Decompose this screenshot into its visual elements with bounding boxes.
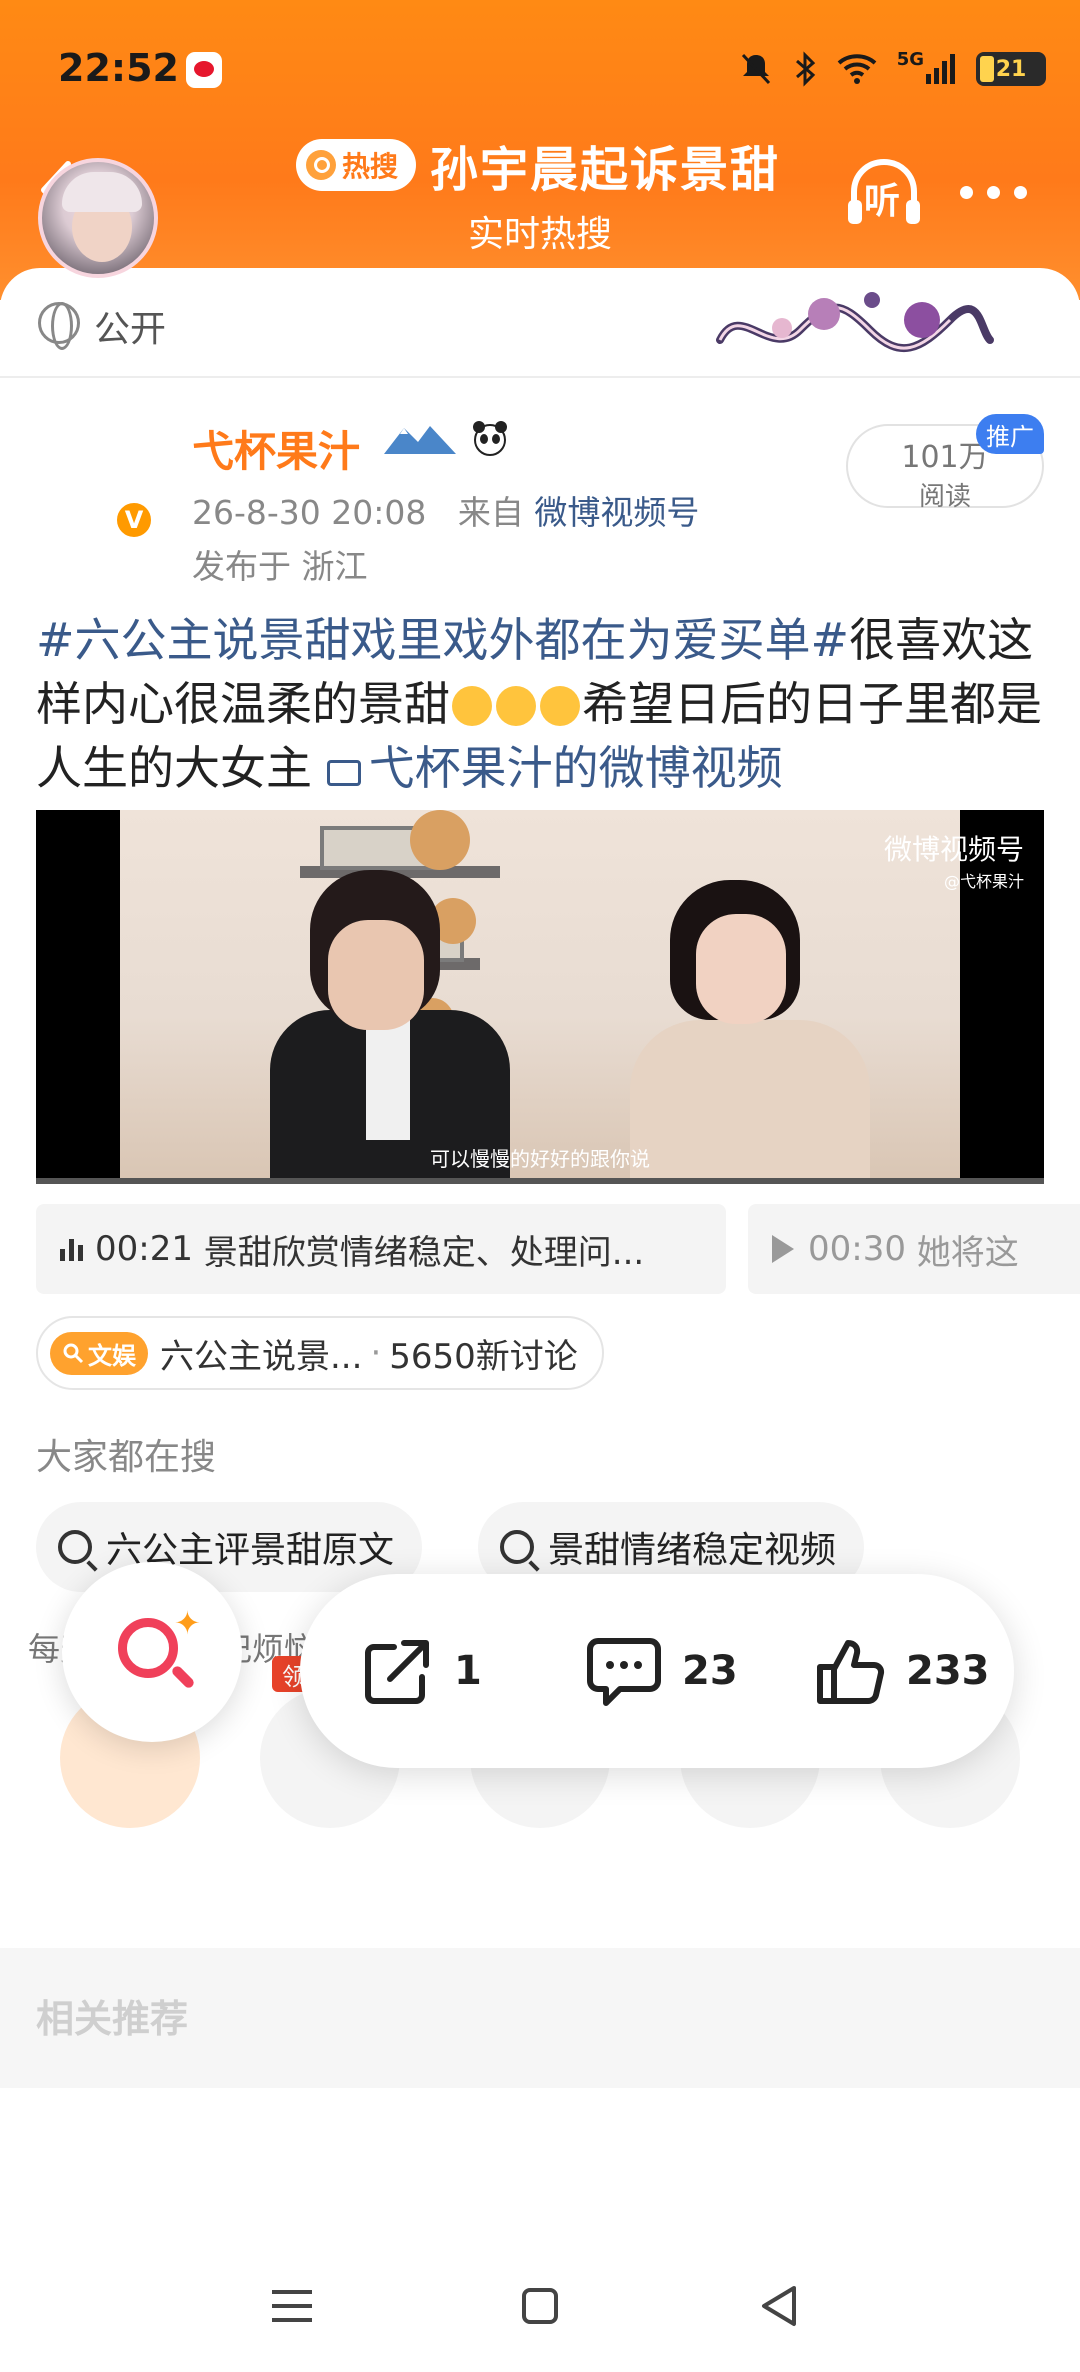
recents-button[interactable] xyxy=(252,2276,332,2336)
video-watermark-label: 微博视频号 xyxy=(883,833,1024,866)
smile-emoji-icon xyxy=(452,686,492,726)
repost-icon xyxy=(365,1640,429,1704)
chapter-title: 景甜欣赏情绪稳定、处理问... xyxy=(203,1232,645,1273)
status-time: 22:52 xyxy=(58,46,179,90)
person-left xyxy=(270,870,510,1184)
video-link[interactable]: 弋杯果汁的微博视频 xyxy=(326,741,783,795)
battery-icon: 21 xyxy=(976,52,1046,86)
battery-level: 21 xyxy=(995,56,1027,82)
post-source-prefix: 来自 xyxy=(457,493,524,532)
chapter-item[interactable]: 00:30 她将这 xyxy=(748,1204,1080,1294)
weibo-app-icon xyxy=(186,52,222,88)
header: 22:52 5G 21 热搜 孙宇晨起诉景甜 实时热搜 听 xyxy=(0,0,1080,300)
pleading-emoji-icon-2 xyxy=(540,686,580,726)
verified-badge: V xyxy=(114,500,154,540)
topic-discussions: 5650新讨论 xyxy=(389,1336,578,1377)
home-button[interactable] xyxy=(500,2276,580,2336)
like-count: 233 xyxy=(906,1648,990,1694)
system-back-button[interactable] xyxy=(740,2276,820,2336)
promotion-tag: 推广 xyxy=(976,414,1044,454)
listen-button[interactable]: 听 xyxy=(842,152,926,236)
chapter-title: 她将这 xyxy=(916,1232,1019,1273)
home-square-icon xyxy=(522,2288,558,2324)
menu-icon xyxy=(272,2290,312,2322)
repost-button[interactable]: 1 xyxy=(360,1574,482,1768)
author-name[interactable]: 弋杯果汁 xyxy=(192,418,360,479)
system-nav-bar xyxy=(0,2250,1080,2372)
video-camera-icon xyxy=(326,760,361,786)
search-icon xyxy=(63,1343,84,1364)
thumbs-up-icon xyxy=(817,1640,885,1704)
entertainment-badge: 文娱 xyxy=(50,1331,148,1375)
author-badges xyxy=(382,418,510,458)
video-player[interactable]: 微博视频号 @弋杯果汁 可以慢慢的好好的跟你说 xyxy=(36,810,1044,1184)
video-subtitle: 可以慢慢的好好的跟你说 xyxy=(430,1147,650,1171)
search-icon xyxy=(306,150,336,180)
search-icon xyxy=(58,1530,92,1564)
mute-icon xyxy=(739,49,773,89)
floating-search-button[interactable]: ✦ xyxy=(62,1562,242,1742)
more-dots-icon xyxy=(960,185,973,199)
visibility-row: 公开 xyxy=(0,268,1080,378)
action-bar: 1 23 233 xyxy=(300,1574,1014,1768)
hot-search-badge-label: 热搜 xyxy=(342,150,399,183)
video-progress-bar[interactable] xyxy=(36,1178,1044,1184)
network-label: 5G xyxy=(896,49,924,70)
hot-search-title: 热搜 孙宇晨起诉景甜 xyxy=(296,130,780,200)
signal-icon: 5G xyxy=(897,49,956,89)
search-icon xyxy=(118,1618,178,1678)
comment-button[interactable]: 23 xyxy=(584,1574,738,1768)
video-watermark-handle: @弋杯果汁 xyxy=(943,872,1024,891)
search-suggest-chip-label: 景甜情绪稳定视频 xyxy=(548,1530,837,1571)
search-suggest-heading: 大家都在搜 xyxy=(36,1437,217,1478)
chapter-item[interactable]: 00:21 景甜欣赏情绪稳定、处理问... xyxy=(36,1204,726,1294)
visibility-label: 公开 xyxy=(94,309,167,350)
wifi-icon xyxy=(837,49,877,89)
mountain-badge-icon xyxy=(384,426,456,454)
pleading-emoji-icon xyxy=(496,686,536,726)
bluetooth-icon xyxy=(793,49,817,89)
topic-name: 六公主说景... xyxy=(160,1336,363,1377)
author-avatar[interactable] xyxy=(38,158,158,278)
video-frame xyxy=(120,810,960,1184)
chapter-time: 00:30 xyxy=(808,1229,906,1269)
video-chapters: 00:21 景甜欣赏情绪稳定、处理问... 00:30 她将这 xyxy=(36,1204,1080,1294)
video-link-label: 弋杯果汁的微博视频 xyxy=(368,741,783,795)
post-timestamp: 26-8-30 20:08 xyxy=(192,493,427,532)
topic-pill[interactable]: 文娱 六公主说景... · 5650新讨论 xyxy=(36,1316,604,1390)
entertainment-badge-label: 文娱 xyxy=(88,1341,136,1370)
like-button[interactable]: 233 xyxy=(812,1574,990,1768)
back-triangle-icon xyxy=(762,2286,796,2326)
post-hashtag[interactable]: #六公主说景甜戏里戏外都在为爱买单# xyxy=(36,613,849,667)
playing-bars-icon xyxy=(60,1237,83,1261)
sparkle-icon: ✦ xyxy=(174,1604,201,1642)
chapter-time: 00:21 xyxy=(95,1229,193,1269)
search-icon xyxy=(500,1530,534,1564)
read-label: 阅读 xyxy=(918,482,971,512)
video-watermark: 微博视频号 @弋杯果汁 xyxy=(884,828,1024,892)
comment-icon xyxy=(587,1638,661,1706)
post-meta: 26-8-30 20:08 来自 微博视频号 xyxy=(192,486,699,534)
more-options-button[interactable] xyxy=(960,170,1044,214)
globe-icon xyxy=(38,302,80,350)
topic-separator: · xyxy=(370,1333,382,1373)
listen-label: 听 xyxy=(864,181,901,222)
page-title: 孙宇晨起诉景甜 xyxy=(430,142,781,198)
post-source[interactable]: 微博视频号 xyxy=(534,493,699,532)
decorative-sticker xyxy=(716,292,994,352)
person-right xyxy=(630,880,870,1184)
hot-search-badge: 热搜 xyxy=(296,139,417,191)
play-icon xyxy=(772,1235,794,1263)
post-text: #六公主说景甜戏里戏外都在为爱买单#很喜欢这样内心很温柔的景甜 希望日后的日子里都… xyxy=(36,608,1046,800)
post-location: 发布于 浙江 xyxy=(192,547,368,586)
status-bar: 22:52 5G 21 xyxy=(0,40,1080,100)
status-icons: 5G 21 xyxy=(739,44,1046,94)
comment-count: 23 xyxy=(682,1648,738,1694)
panda-badge-icon xyxy=(473,421,507,456)
related-label: 相关推荐 xyxy=(36,1997,189,2041)
repost-count: 1 xyxy=(454,1648,482,1694)
